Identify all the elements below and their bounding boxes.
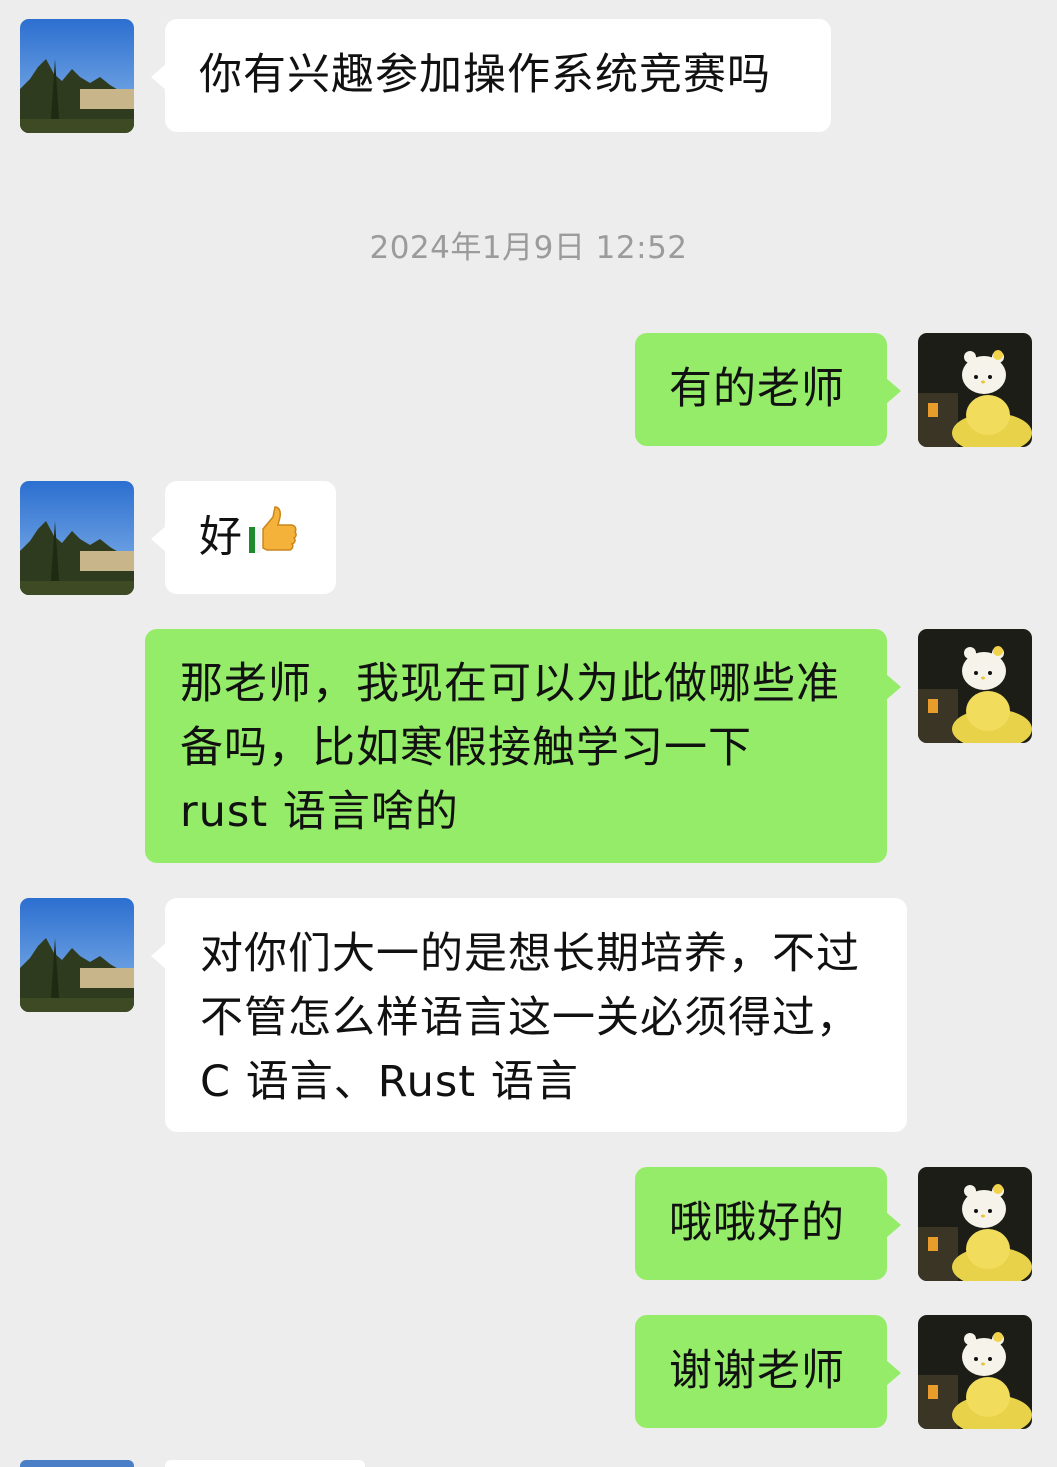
message-bubble-incoming[interactable]: 对你们大一的是想长期培养，不过不管怎么样语言这一关必须得过，C 语言、Rust … (151, 898, 907, 1132)
message-bubble-outgoing[interactable]: 那老师，我现在可以为此做哪些准备吗，比如寒假接触学习一下 rust 语言啥的 (145, 629, 901, 863)
message-bubble-outgoing[interactable]: 哦哦好的 (635, 1167, 901, 1280)
chat-conversation: 你有兴趣参加操作系统竞赛吗 2024年1月9日 12:52 有的老师 好 那老师… (0, 0, 1057, 1467)
message-bubble-incoming[interactable]: 你有兴趣参加操作系统竞赛吗 (151, 19, 831, 132)
hello-kitty-avatar-icon (918, 1167, 1032, 1281)
contact-avatar[interactable] (20, 481, 134, 595)
contact-avatar[interactable] (20, 898, 134, 1012)
my-avatar[interactable] (918, 629, 1032, 743)
contact-avatar-partial[interactable] (20, 1460, 134, 1467)
message-text: 那老师，我现在可以为此做哪些准备吗，比如寒假接触学习一下 rust 语言啥的 (180, 659, 840, 837)
hello-kitty-avatar-icon (918, 1315, 1032, 1429)
message-text: 对你们大一的是想长期培养，不过不管怎么样语言这一关必须得过，C 语言、Rust … (200, 929, 860, 1107)
message-bubble-outgoing[interactable]: 有的老师 (635, 333, 901, 446)
message-text: 谢谢老师 (669, 1346, 845, 1396)
message-bubble-outgoing[interactable]: 谢谢老师 (635, 1315, 901, 1428)
my-avatar[interactable] (918, 1315, 1032, 1429)
message-text: 你有兴趣参加操作系统竞赛吗 (199, 50, 771, 100)
landscape-avatar-icon (20, 19, 134, 133)
message-text: 有的老师 (669, 364, 845, 414)
landscape-avatar-icon (20, 481, 134, 595)
message-timestamp: 2024年1月9日 12:52 (369, 230, 688, 266)
my-avatar[interactable] (918, 333, 1032, 447)
thumbs-up-icon (245, 505, 297, 575)
hello-kitty-avatar-icon (918, 629, 1032, 743)
message-text: 好 (199, 512, 243, 563)
my-avatar[interactable] (918, 1167, 1032, 1281)
landscape-avatar-icon (20, 898, 134, 1012)
contact-avatar[interactable] (20, 19, 134, 133)
message-text: 哦哦好的 (669, 1198, 845, 1248)
message-bubble-partial[interactable] (165, 1460, 365, 1467)
hello-kitty-avatar-icon (918, 333, 1032, 447)
message-bubble-incoming[interactable]: 好 (151, 481, 336, 594)
